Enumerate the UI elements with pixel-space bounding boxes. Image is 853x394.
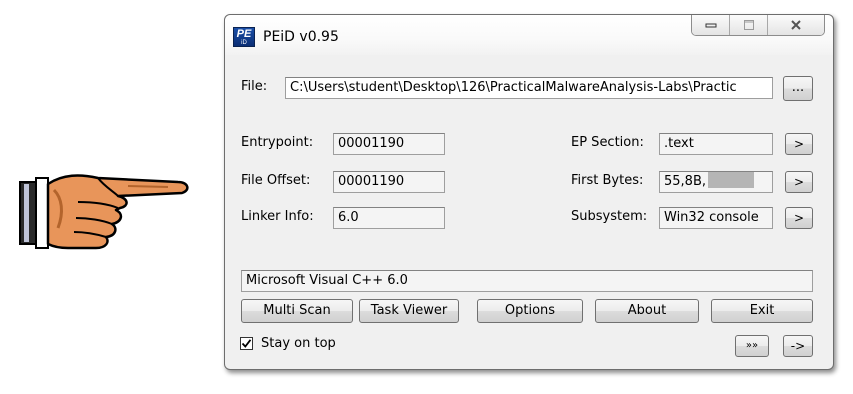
arrow-button[interactable]: -> xyxy=(783,335,813,357)
options-button[interactable]: Options xyxy=(477,299,583,323)
window-title: PEiD v0.95 xyxy=(263,29,339,45)
redacted-bytes xyxy=(708,172,754,188)
first-bytes-value: 55,8B, xyxy=(664,174,706,189)
about-button[interactable]: About xyxy=(595,299,699,323)
first-bytes-field[interactable]: 55,8B, xyxy=(659,171,773,193)
task-viewer-button[interactable]: Task Viewer xyxy=(359,299,459,323)
linker-info-label: Linker Info: xyxy=(241,209,314,224)
file-path-field[interactable]: C:\Users\student\Desktop\126\PracticalMa… xyxy=(285,77,773,99)
file-offset-label: File Offset: xyxy=(241,173,311,188)
maximize-button[interactable] xyxy=(730,15,768,35)
first-bytes-button[interactable]: > xyxy=(785,171,813,193)
peid-window: PE iD PEiD v0.95 File: C:\Users\student\… xyxy=(224,14,834,370)
subsystem-button[interactable]: > xyxy=(785,207,813,229)
ep-section-field[interactable]: .text xyxy=(659,133,773,155)
title-bar[interactable]: PE iD PEiD v0.95 xyxy=(225,15,833,55)
maximize-icon xyxy=(743,20,754,30)
checkmark-icon xyxy=(241,339,252,348)
peid-app-icon: PE iD xyxy=(233,27,255,47)
ep-section-button[interactable]: > xyxy=(785,133,813,155)
subsystem-field[interactable]: Win32 console xyxy=(659,207,773,229)
linker-info-field[interactable]: 6.0 xyxy=(333,207,445,229)
multi-scan-button[interactable]: Multi Scan xyxy=(241,299,353,323)
expand-button[interactable]: »» xyxy=(735,335,769,357)
minimize-button[interactable] xyxy=(692,15,730,35)
pointing-hand-icon xyxy=(19,174,189,250)
exit-button[interactable]: Exit xyxy=(711,299,813,323)
ep-section-label: EP Section: xyxy=(571,135,644,150)
close-button[interactable] xyxy=(768,15,824,35)
first-bytes-label: First Bytes: xyxy=(571,173,644,188)
file-offset-field[interactable]: 00001190 xyxy=(333,171,445,193)
caption-buttons xyxy=(691,15,825,36)
browse-button[interactable]: ... xyxy=(783,76,813,101)
file-label: File: xyxy=(241,79,268,94)
entrypoint-field[interactable]: 00001190 xyxy=(333,133,445,155)
minimize-icon xyxy=(705,23,716,28)
close-icon xyxy=(791,20,801,30)
entrypoint-label: Entrypoint: xyxy=(241,135,314,150)
subsystem-label: Subsystem: xyxy=(571,209,648,224)
detection-result-field[interactable]: Microsoft Visual C++ 6.0 xyxy=(241,270,813,292)
stay-on-top-label: Stay on top xyxy=(261,336,336,351)
stay-on-top-checkbox[interactable] xyxy=(240,337,253,350)
